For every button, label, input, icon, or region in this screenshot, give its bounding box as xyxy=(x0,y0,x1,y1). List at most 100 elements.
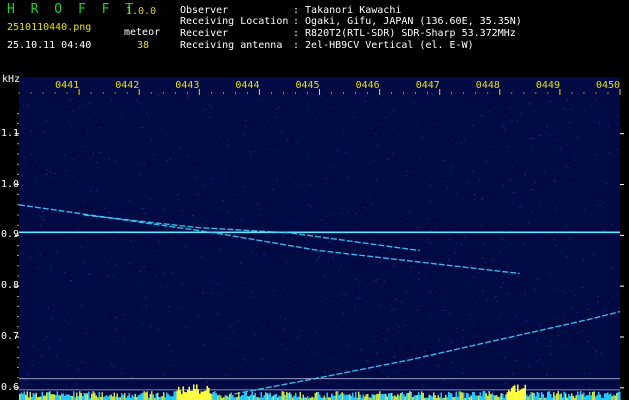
noise-speck xyxy=(129,263,131,265)
noise-speck xyxy=(353,250,356,252)
noise-speck xyxy=(512,373,514,375)
noise-bar xyxy=(202,391,204,400)
noise-speck xyxy=(366,291,368,293)
noise-bar xyxy=(272,395,274,400)
noise-bar xyxy=(244,391,246,400)
noise-speck xyxy=(456,327,458,329)
noise-speck xyxy=(138,163,140,165)
noise-bar xyxy=(239,396,241,400)
noise-speck xyxy=(372,340,375,342)
noise-bar xyxy=(472,391,474,400)
noise-speck xyxy=(616,124,618,126)
noise-speck xyxy=(612,363,615,365)
noise-bar xyxy=(254,392,256,400)
noise-speck xyxy=(348,213,351,215)
noise-speck xyxy=(293,364,295,366)
noise-speck xyxy=(500,333,503,335)
noise-speck xyxy=(30,130,32,132)
noise-speck xyxy=(113,316,116,318)
noise-speck xyxy=(285,260,287,262)
noise-speck xyxy=(407,171,409,173)
noise-speck xyxy=(479,115,482,117)
noise-speck xyxy=(40,225,42,227)
noise-speck xyxy=(582,295,585,297)
noise-speck xyxy=(549,345,552,347)
noise-speck xyxy=(326,298,328,300)
noise-speck xyxy=(423,273,426,275)
noise-speck xyxy=(531,250,533,252)
noise-speck xyxy=(218,248,221,250)
noise-bar xyxy=(331,393,333,400)
noise-speck xyxy=(430,230,432,232)
noise-speck xyxy=(129,200,131,202)
noise-speck xyxy=(139,271,141,272)
noise-speck xyxy=(180,147,182,149)
noise-speck xyxy=(239,287,242,289)
noise-bar xyxy=(263,395,265,400)
noise-speck xyxy=(300,329,302,331)
noise-speck xyxy=(225,175,227,177)
noise-speck xyxy=(30,256,33,258)
noise-speck xyxy=(516,120,519,122)
noise-speck xyxy=(257,204,259,205)
noise-bar xyxy=(113,392,115,400)
noise-speck xyxy=(529,102,531,104)
noise-bar xyxy=(98,392,100,400)
noise-speck xyxy=(171,351,173,353)
noise-speck xyxy=(476,302,478,303)
noise-speck xyxy=(216,313,219,315)
noise-speck xyxy=(147,224,150,226)
noise-speck xyxy=(553,306,556,308)
noise-bar xyxy=(380,394,382,400)
noise-speck xyxy=(459,210,461,212)
noise-speck xyxy=(87,160,90,162)
noise-speck xyxy=(362,140,364,142)
noise-speck xyxy=(541,373,544,375)
noise-speck xyxy=(108,158,110,160)
noise-bar xyxy=(34,394,36,400)
noise-speck xyxy=(204,125,207,127)
noise-bar xyxy=(46,392,48,400)
noise-speck xyxy=(146,112,148,114)
noise-speck xyxy=(268,235,270,237)
noise-speck xyxy=(367,195,370,197)
noise-speck xyxy=(294,221,296,223)
noise-bar xyxy=(176,390,178,400)
noise-speck xyxy=(211,178,213,180)
noise-speck xyxy=(222,200,224,201)
noise-bar xyxy=(82,396,84,400)
noise-speck xyxy=(40,216,42,217)
noise-speck xyxy=(451,138,453,140)
noise-speck xyxy=(520,206,522,208)
noise-bar xyxy=(157,392,159,400)
noise-speck xyxy=(119,154,121,156)
noise-speck xyxy=(418,321,421,323)
noise-speck xyxy=(515,316,517,318)
noise-speck xyxy=(496,300,498,302)
noise-speck xyxy=(397,331,400,333)
noise-speck xyxy=(460,142,463,144)
noise-speck xyxy=(185,326,187,328)
noise-speck xyxy=(531,189,533,190)
noise-speck xyxy=(540,248,543,250)
noise-speck xyxy=(448,239,450,240)
noise-speck xyxy=(204,207,206,209)
noise-speck xyxy=(511,165,513,167)
noise-bar xyxy=(482,391,484,400)
noise-bar xyxy=(196,384,198,400)
noise-speck xyxy=(19,362,21,364)
noise-speck xyxy=(603,202,605,204)
noise-speck xyxy=(355,134,357,136)
noise-speck xyxy=(169,264,172,266)
noise-speck xyxy=(600,352,603,354)
noise-speck xyxy=(20,337,22,339)
noise-speck xyxy=(364,370,367,372)
noise-speck xyxy=(391,310,393,312)
noise-speck xyxy=(573,326,575,327)
noise-speck xyxy=(466,283,468,285)
noise-speck xyxy=(97,217,99,219)
noise-speck xyxy=(287,141,289,143)
noise-speck xyxy=(164,208,166,210)
noise-speck xyxy=(387,375,390,377)
noise-speck xyxy=(427,259,429,261)
